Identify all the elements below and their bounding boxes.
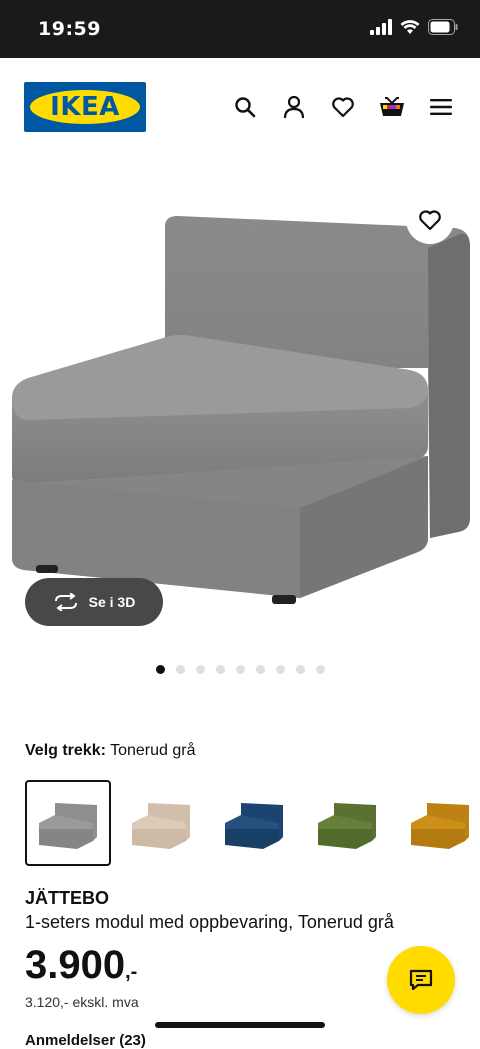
carousel-dot[interactable] <box>316 665 325 674</box>
swatch-tonerud-gra[interactable] <box>25 780 111 866</box>
swatch-image <box>411 803 469 849</box>
price-main: 3.900 <box>25 943 126 987</box>
carousel-dot[interactable] <box>216 665 225 674</box>
variant-label-value: Tonerud grå <box>110 742 196 759</box>
wifi-icon <box>400 20 420 34</box>
product-name: JÄTTEBO <box>25 888 110 908</box>
cart-button[interactable] <box>379 94 405 120</box>
swatch-blue[interactable] <box>211 780 297 866</box>
header: IKEA <box>0 58 480 158</box>
battery-icon <box>428 19 458 35</box>
home-indicator <box>155 1022 325 1028</box>
heart-icon <box>419 210 441 231</box>
heart-icon <box>332 97 354 118</box>
swatch-image <box>318 803 376 849</box>
carousel-dot[interactable] <box>196 665 205 674</box>
product-price: 3.900,- <box>25 943 137 988</box>
profile-button[interactable] <box>281 94 307 120</box>
image-carousel-dots <box>156 665 325 674</box>
product-description: 1-seters modul med oppbevaring, Tonerud … <box>25 912 394 932</box>
price-ex-vat: 3.120,- ekskl. mva <box>25 994 139 1010</box>
search-icon <box>235 97 256 118</box>
swatch-image <box>39 803 97 849</box>
variant-label: Velg trekk: Tonerud grå <box>25 742 195 760</box>
carousel-dot[interactable] <box>156 665 165 674</box>
menu-button[interactable] <box>428 94 454 120</box>
view-in-3d-label: Se i 3D <box>88 594 136 610</box>
carousel-dot[interactable] <box>176 665 185 674</box>
add-to-favourites-button[interactable] <box>406 196 454 244</box>
swatch-image <box>132 803 190 849</box>
swatch-green[interactable] <box>304 780 390 866</box>
carousel-dot[interactable] <box>236 665 245 674</box>
profile-icon <box>283 95 305 119</box>
rotate-3d-icon <box>54 593 77 611</box>
status-icons <box>370 19 458 35</box>
reviews-link[interactable]: Anmeldelser (23) <box>25 1032 146 1049</box>
carousel-dot[interactable] <box>256 665 265 674</box>
swatch-beige[interactable] <box>118 780 204 866</box>
search-button[interactable] <box>232 94 258 120</box>
logo-text: IKEA <box>50 92 120 122</box>
status-time: 19:59 <box>38 18 101 40</box>
favourites-button[interactable] <box>330 94 356 120</box>
chat-icon <box>409 969 433 991</box>
view-in-3d-button[interactable]: Se i 3D <box>25 578 163 626</box>
cart-icon <box>380 97 404 116</box>
price-suffix: ,- <box>125 961 138 983</box>
carousel-dot[interactable] <box>276 665 285 674</box>
swatch-image <box>225 803 283 849</box>
status-bar: 19:59 <box>0 0 480 58</box>
swatch-yellow[interactable] <box>397 780 480 866</box>
carousel-dot[interactable] <box>296 665 305 674</box>
menu-icon <box>430 99 452 115</box>
header-icons <box>232 94 454 120</box>
cover-swatches <box>25 780 480 866</box>
signal-icon <box>370 19 392 35</box>
variant-label-title: Velg trekk: <box>25 742 106 759</box>
chat-button[interactable] <box>387 946 455 1014</box>
ikea-logo[interactable]: IKEA <box>24 82 146 132</box>
